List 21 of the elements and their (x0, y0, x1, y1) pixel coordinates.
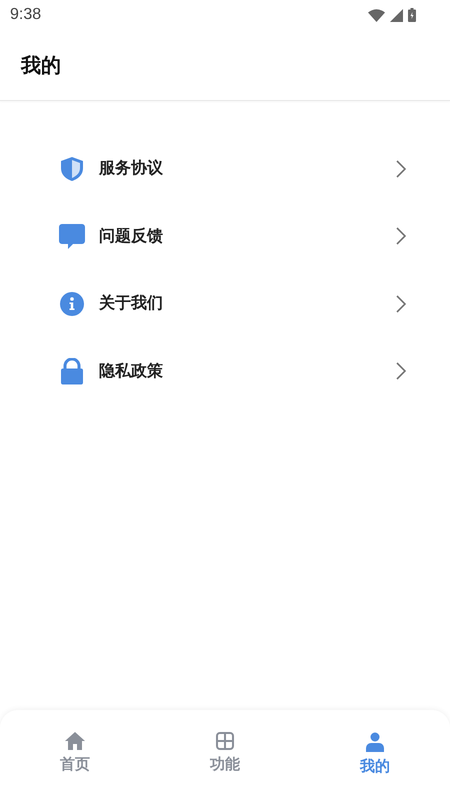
chevron-icon (396, 294, 406, 313)
chat-icon (59, 224, 85, 249)
info-icon (59, 292, 85, 316)
status-time: 9:38 (10, 6, 42, 24)
shield-icon (59, 156, 85, 182)
menu-item[interactable]: 服务协议 (0, 135, 450, 202)
page-title: 我的 (21, 52, 61, 78)
person-icon (366, 732, 384, 752)
lock-icon (59, 358, 85, 385)
wifi-icon (368, 8, 385, 22)
menu-item[interactable]: 问题反馈 (0, 202, 450, 270)
signal-icon (390, 8, 403, 22)
nav-tab[interactable]: 我的 (300, 710, 450, 800)
home-icon (65, 732, 85, 750)
battery-icon (408, 8, 416, 22)
menu-item[interactable]: 关于我们 (0, 270, 450, 338)
grid-icon (216, 732, 234, 750)
chevron-icon (396, 362, 406, 380)
menu-item[interactable]: 隐私政策 (0, 338, 450, 405)
chevron-icon (396, 160, 406, 178)
chevron-icon (396, 227, 406, 246)
